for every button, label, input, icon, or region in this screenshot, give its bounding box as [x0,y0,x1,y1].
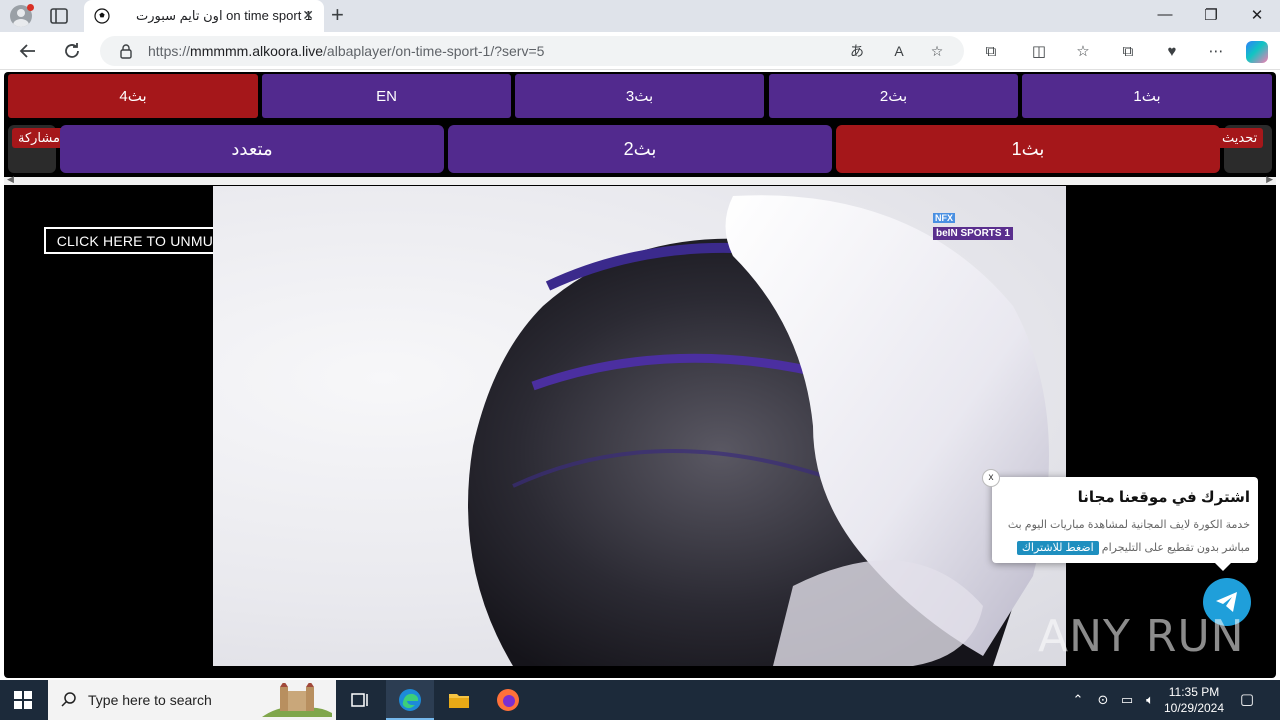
channel-button-2[interactable]: بث2 [448,125,832,173]
popup-close-icon[interactable]: x [982,469,1000,487]
refresh-label[interactable]: تحديث [1216,128,1264,148]
popup-body: خدمة الكورة لايف المجانية لمشاهدة مباريا… [1000,514,1250,560]
browser-essentials-icon[interactable]: ♥ [1162,42,1182,62]
clock-date: 10/29/2024 [1163,701,1225,715]
subscribe-popup: اشترك في موقعنا مجانا خدمة الكورة لايف ا… [992,477,1258,571]
back-icon[interactable] [17,40,39,62]
broadcast-graphic-image [468,195,1049,666]
horizontal-scrollbar[interactable]: ◀ ▶ [4,174,1276,185]
web-page: بث4 EN بث3 بث2 بث1 مشاركة متعدد بث2 بث1 … [0,71,1280,680]
task-view-icon [351,693,368,707]
server-button-3[interactable]: بث3 [515,74,764,118]
scroll-left-icon[interactable]: ◀ [7,174,14,185]
telegram-icon [1216,592,1237,612]
server-button-2[interactable]: بث2 [769,74,1018,118]
minimize-icon[interactable]: — [1150,6,1180,23]
address-bar[interactable]: https://mmmmm.alkoora.live/albaplayer/on… [100,36,964,66]
notifications-icon[interactable]: ▢ [1239,692,1255,708]
new-tab-icon[interactable]: + [331,4,344,26]
translate-icon[interactable]: あ [848,42,866,60]
taskbar-search-box[interactable]: Type here to search [48,680,336,720]
refresh-icon[interactable] [61,40,83,62]
subscribe-button[interactable]: اضغط للاشتراك [1016,541,1099,555]
network-icon[interactable]: ▭ [1119,692,1135,708]
favorite-star-icon[interactable]: ☆ [928,42,946,60]
tab-close-icon[interactable]: ✕ [302,7,314,24]
favorites-icon[interactable]: ☆ [1073,42,1093,62]
read-aloud-icon[interactable]: A [890,42,908,60]
split-screen-icon[interactable]: ◫ [1029,42,1049,62]
window-close-icon[interactable]: ✕ [1242,6,1272,24]
taskbar-firefox-button[interactable] [484,680,532,720]
clock-time: 11:35 PM [1168,685,1220,699]
server-button-en[interactable]: EN [262,74,511,118]
channel-logo-tag: NFX [933,213,955,223]
channel-button-1[interactable]: بث1 [836,125,1220,173]
video-player[interactable]: CLICK HERE TO UNMUTE NFX beIN SPORTS 1 [4,186,1276,666]
popup-text-line-1: خدمة الكورة لايف المجانية لمشاهدة مباريا… [1007,519,1250,531]
profile-notification-badge [27,4,34,11]
share-label[interactable]: مشاركة [12,128,66,148]
extensions-icon[interactable]: ⧉ [981,42,1001,62]
popup-text-line-2: مباشر بدون تقطيع على التليجرام اضغط للاش… [1000,537,1250,560]
scroll-right-icon[interactable]: ▶ [1266,174,1273,185]
edge-icon [399,689,421,711]
browser-tab-bar: اون تايم سبورت on time sport 1 ✕ + — ❐ ✕ [0,0,1280,32]
lock-icon[interactable] [118,43,134,59]
soccer-ball-icon [94,8,110,24]
channel-logo: NFX beIN SPORTS 1 [933,208,1013,240]
anyrun-watermark: ANY RUN [1038,611,1245,662]
taskbar-explorer-button[interactable] [435,680,483,720]
channel-logo-name: beIN SPORTS 1 [933,227,1013,240]
active-tab[interactable]: اون تايم سبورت on time sport 1 ✕ [84,0,324,32]
search-placeholder: Type here to search [88,692,212,708]
tray-chevron-icon[interactable]: ⌃ [1070,692,1086,708]
volume-icon[interactable]: 🔈︎ [1142,692,1158,708]
browser-toolbar: https://mmmmm.alkoora.live/albaplayer/on… [0,32,1280,70]
url-text[interactable]: https://mmmmm.alkoora.live/albaplayer/on… [148,43,544,59]
tab-actions-icon[interactable] [48,6,70,26]
firefox-icon [497,689,519,711]
search-highlight-castle-image [262,683,332,717]
video-frame[interactable]: NFX beIN SPORTS 1 [213,186,1066,666]
tray-meet-icon[interactable]: ⊙ [1095,692,1111,708]
copilot-icon[interactable] [1246,41,1268,63]
more-menu-icon[interactable]: ⋯ [1206,42,1226,62]
taskbar-edge-button[interactable] [386,680,434,720]
server-button-4[interactable]: بث4 [8,74,258,118]
popup-title: اشترك في موقعنا مجانا [1077,489,1250,506]
restore-icon[interactable]: ❐ [1196,6,1226,24]
taskbar: Type here to search ⌃ ⊙ ▭ 🔈︎ 11:35 PM 10… [0,680,1280,720]
folder-icon [449,694,469,708]
taskbar-clock[interactable]: 11:35 PM 10/29/2024 [1160,684,1228,716]
channel-button-multi[interactable]: متعدد [60,125,444,173]
task-view-button[interactable] [336,680,384,720]
tab-title: اون تايم سبورت on time sport 1 [136,8,313,23]
collections-icon[interactable]: ⧉ [1118,42,1138,62]
windows-start-icon[interactable] [14,691,32,709]
server-button-1[interactable]: بث1 [1022,74,1272,118]
search-icon [61,692,76,707]
